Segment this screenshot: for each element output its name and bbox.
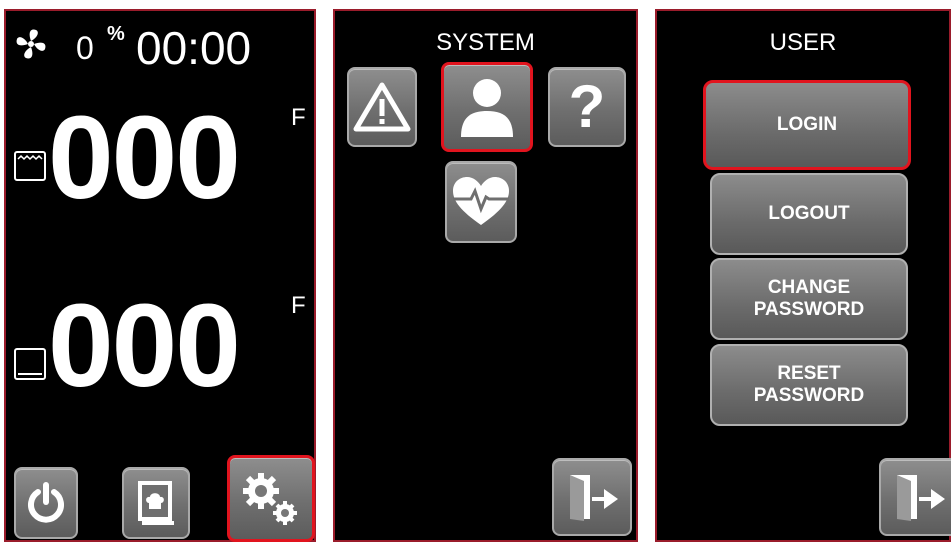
- diagnostics-button[interactable]: [445, 161, 517, 243]
- warning-icon: [353, 82, 411, 132]
- main-display-panel: 0 % 00:00 000 F 000 F: [4, 9, 316, 542]
- logout-button[interactable]: LOGOUT: [710, 173, 908, 255]
- help-button[interactable]: ?: [548, 67, 626, 147]
- reset-password-button[interactable]: RESET PASSWORD: [710, 344, 908, 426]
- recipe-book-button[interactable]: [122, 467, 190, 539]
- probe-icon: [14, 348, 46, 380]
- oven-temp-unit: F: [291, 104, 306, 131]
- probe-temp-unit: F: [291, 292, 306, 319]
- exit-door-icon: [570, 475, 618, 521]
- oven-temperature[interactable]: 000: [48, 99, 241, 217]
- power-button[interactable]: [14, 467, 78, 539]
- user-icon: [461, 79, 513, 137]
- gears-icon: [243, 472, 297, 525]
- heart-pulse-icon: [453, 177, 509, 225]
- timer-display: 00:00: [136, 22, 252, 74]
- system-title: SYSTEM: [436, 29, 535, 56]
- question-icon: ?: [568, 73, 606, 140]
- exit-door-icon: [897, 475, 945, 521]
- exit-button[interactable]: [879, 458, 951, 536]
- system-panel: SYSTEM ?: [333, 9, 638, 542]
- user-title: USER: [769, 29, 837, 56]
- power-icon: [28, 482, 64, 523]
- user-button[interactable]: [441, 62, 533, 152]
- oven-cavity-icon: [14, 151, 46, 181]
- humidity-value: 0: [76, 30, 94, 66]
- login-button[interactable]: LOGIN: [703, 80, 911, 170]
- alarm-button[interactable]: [347, 67, 417, 147]
- fan-icon: [12, 25, 50, 63]
- user-panel: USER LOGIN LOGOUT CHANGE PASSWORD RESET …: [655, 9, 951, 542]
- humidity-unit: %: [107, 23, 125, 45]
- probe-temperature[interactable]: 000: [48, 287, 241, 405]
- exit-button[interactable]: [552, 458, 632, 536]
- recipe-book-icon: [138, 481, 174, 525]
- settings-button[interactable]: [227, 455, 315, 542]
- change-password-button[interactable]: CHANGE PASSWORD: [710, 258, 908, 340]
